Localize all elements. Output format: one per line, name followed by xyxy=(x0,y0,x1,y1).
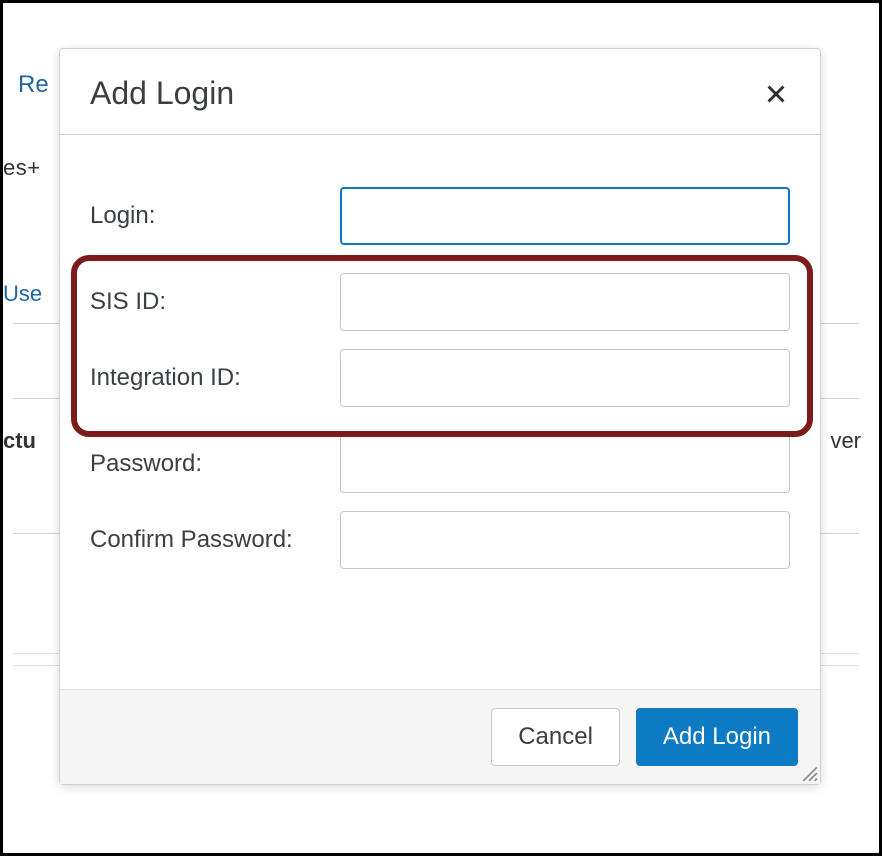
bg-text-fragment: ctu xyxy=(3,428,36,454)
login-label: Login: xyxy=(90,202,340,230)
password-input[interactable] xyxy=(340,435,790,493)
modal-body: Login: SIS ID: Integration ID: Password:… xyxy=(60,135,820,689)
integration-id-label: Integration ID: xyxy=(90,364,340,392)
password-row: Password: xyxy=(90,435,790,493)
modal-footer: Cancel Add Login xyxy=(60,689,820,784)
confirm-password-input[interactable] xyxy=(340,511,790,569)
modal-title: Add Login xyxy=(90,75,234,112)
login-input[interactable] xyxy=(340,187,790,245)
add-login-modal: Add Login Login: SIS ID: Integration ID:… xyxy=(59,48,821,785)
bg-text-fragment: ver xyxy=(830,428,861,454)
password-label: Password: xyxy=(90,450,340,478)
add-login-button[interactable]: Add Login xyxy=(636,708,798,766)
modal-header: Add Login xyxy=(60,49,820,135)
sis-id-input[interactable] xyxy=(340,273,790,331)
integration-id-input[interactable] xyxy=(340,349,790,407)
cancel-button[interactable]: Cancel xyxy=(491,708,620,766)
integration-id-row: Integration ID: xyxy=(90,349,790,407)
sis-id-label: SIS ID: xyxy=(90,288,340,316)
confirm-password-row: Confirm Password: xyxy=(90,511,790,569)
sis-id-row: SIS ID: xyxy=(90,273,790,331)
close-button[interactable] xyxy=(762,80,790,108)
bg-user-link-fragment: Use xyxy=(3,281,42,307)
close-icon xyxy=(766,84,786,104)
login-row: Login: xyxy=(90,187,790,245)
bg-link-fragment: Re xyxy=(18,71,49,99)
bg-text-fragment: es+ xyxy=(3,155,41,181)
confirm-password-label: Confirm Password: xyxy=(90,526,340,554)
resize-grip-icon[interactable] xyxy=(800,764,818,782)
